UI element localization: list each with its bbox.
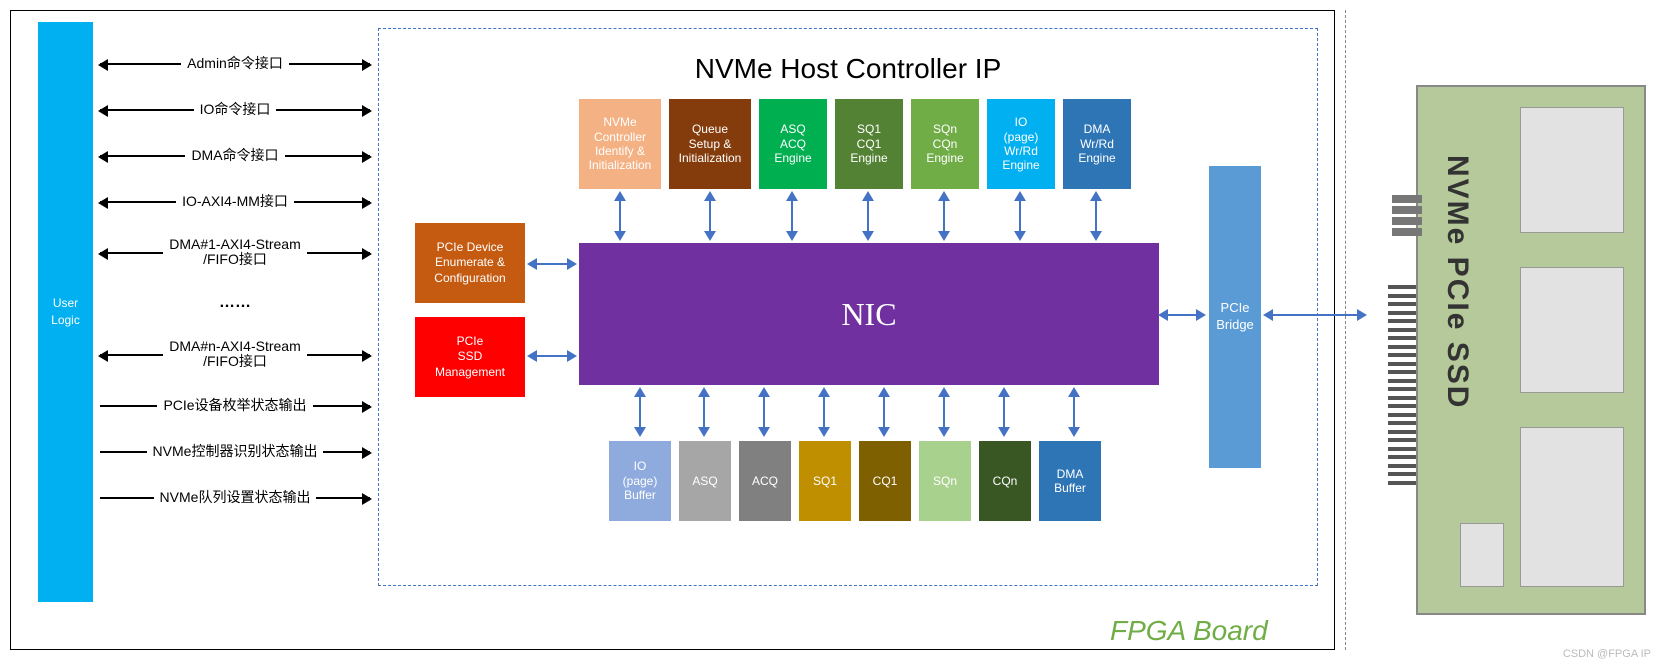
- ssd-chip: [1520, 427, 1624, 587]
- ssd-chip-small: [1460, 523, 1504, 587]
- ssd-chip: [1520, 107, 1624, 233]
- blk-cqn: CQn: [979, 441, 1031, 521]
- blk-pcie-ssd-mgmt: PCIe SSD Management: [415, 317, 525, 397]
- blk-cq1: CQ1: [859, 441, 911, 521]
- blk-queue-setup: Queue Setup & Initialization: [669, 99, 751, 189]
- arrow-bridge-ssd: [1265, 314, 1365, 316]
- blk-sq1-cq1-engine: SQ1 CQ1 Engine: [835, 99, 903, 189]
- blk-pcie-device-enum: PCIe Device Enumerate & Configuration: [415, 223, 525, 303]
- arrow-nic-bridge: [1160, 314, 1204, 316]
- blk-nvme-ctrl-init: NVMe Controller Identify & Initializatio…: [579, 99, 661, 189]
- arrow-v: [823, 389, 825, 435]
- blk-io-page-buffer: IO (page) Buffer: [609, 441, 671, 521]
- iface-dman-stream: DMA#n-AXI4-Stream /FIFO接口: [100, 334, 370, 374]
- arrow-h: [529, 263, 575, 265]
- arrow-v: [703, 389, 705, 435]
- blk-dma-engine: DMA Wr/Rd Engine: [1063, 99, 1131, 189]
- arrow-v: [867, 193, 869, 239]
- ssd-edge-connector-top: [1392, 195, 1422, 265]
- blk-dma-buffer: DMA Buffer: [1039, 441, 1101, 521]
- blk-sqn: SQn: [919, 441, 971, 521]
- blk-io-page-engine: IO (page) Wr/Rd Engine: [987, 99, 1055, 189]
- iface-admin: Admin命令接口: [100, 48, 370, 78]
- arrow-v: [883, 389, 885, 435]
- watermark: CSDN @FPGA IP: [1563, 648, 1651, 660]
- user-logic-label: User Logic: [51, 295, 80, 329]
- arrow-v: [1095, 193, 1097, 239]
- fpga-board-label: FPGA Board: [1110, 615, 1268, 647]
- arrow-v: [709, 193, 711, 239]
- iface-nvme-ctrl-status: NVMe控制器识别状态输出: [100, 436, 370, 466]
- interface-list: Admin命令接口 IO命令接口 DMA命令接口 IO-AXI4-MM接口 DM…: [100, 48, 370, 512]
- nvme-host-controller-ip-container: NVMe Host Controller IP NVMe Controller …: [378, 28, 1318, 586]
- nic-block: NIC: [579, 243, 1159, 385]
- iface-io-axi4-mm: IO-AXI4-MM接口: [100, 186, 370, 216]
- arrow-v: [943, 389, 945, 435]
- arrow-v: [1019, 193, 1021, 239]
- bottom-blocks-row: IO (page) Buffer ASQ ACQ SQ1 CQ1 SQn CQn…: [609, 441, 1101, 521]
- ip-title: NVMe Host Controller IP: [379, 53, 1317, 85]
- iface-pcie-enum-status: PCIe设备枚举状态输出: [100, 390, 370, 420]
- blk-sq1: SQ1: [799, 441, 851, 521]
- iface-io-cmd: IO命令接口: [100, 94, 370, 124]
- ssd-edge-connector: [1388, 285, 1416, 485]
- user-logic-block: User Logic: [38, 22, 93, 602]
- arrow-v: [639, 389, 641, 435]
- arrow-v: [1003, 389, 1005, 435]
- ssd-chip: [1520, 267, 1624, 393]
- ssd-label: NVMe PCIe SSD: [1440, 155, 1474, 409]
- pcb-divider: [1345, 10, 1346, 650]
- pcie-bridge-block: PCIe Bridge: [1209, 166, 1261, 468]
- iface-dma1-stream: DMA#1-AXI4-Stream /FIFO接口: [100, 232, 370, 272]
- top-blocks-row: NVMe Controller Identify & Initializatio…: [579, 99, 1131, 189]
- blk-acq: ACQ: [739, 441, 791, 521]
- arrow-v: [791, 193, 793, 239]
- arrow-v: [1073, 389, 1075, 435]
- iface-dma-cmd: DMA命令接口: [100, 140, 370, 170]
- arrow-h: [529, 355, 575, 357]
- left-blocks-col: PCIe Device Enumerate & Configuration PC…: [415, 223, 525, 397]
- iface-ellipsis: ……: [100, 288, 370, 318]
- blk-asq-acq-engine: ASQ ACQ Engine: [759, 99, 827, 189]
- arrow-v: [763, 389, 765, 435]
- iface-nvme-queue-status: NVMe队列设置状态输出: [100, 482, 370, 512]
- arrow-v: [619, 193, 621, 239]
- arrow-v: [943, 193, 945, 239]
- blk-sqn-cqn-engine: SQn CQn Engine: [911, 99, 979, 189]
- blk-asq: ASQ: [679, 441, 731, 521]
- nvme-ssd-card: NVMe PCIe SSD: [1370, 85, 1650, 615]
